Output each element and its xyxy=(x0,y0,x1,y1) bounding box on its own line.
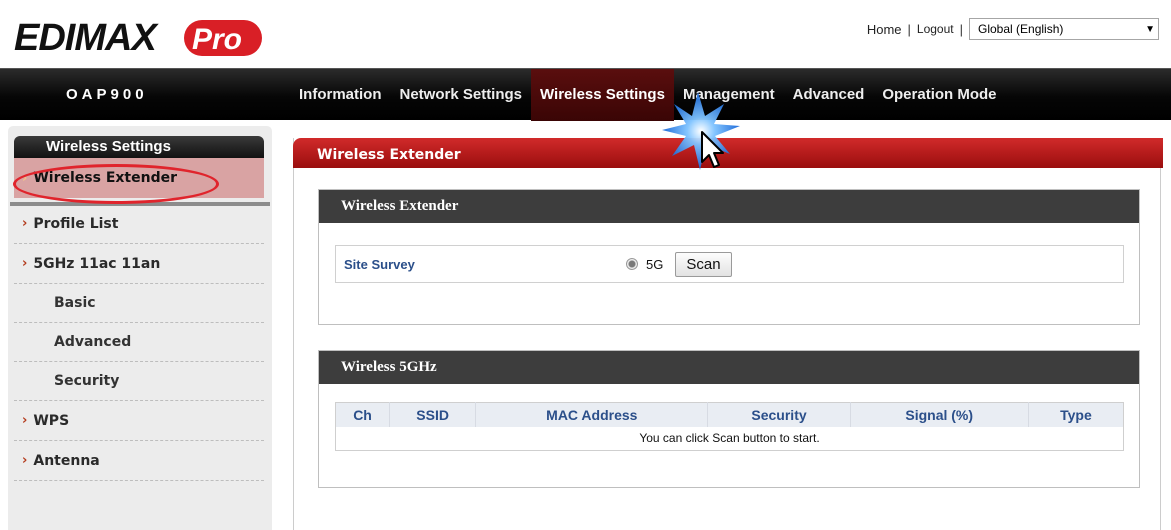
scan-button[interactable]: Scan xyxy=(675,251,732,277)
chevron-right-icon: › xyxy=(22,256,28,271)
menu-management[interactable]: Management xyxy=(674,69,784,121)
wireless-extender-panel: Wireless Extender Site Survey 5G Scan xyxy=(318,189,1140,325)
menu-operation-mode[interactable]: Operation Mode xyxy=(873,69,1005,121)
col-ssid: SSID xyxy=(389,402,477,427)
sidebar-item-label: WPS xyxy=(33,412,70,429)
sidebar-item-label: Antenna xyxy=(33,452,100,469)
col-mac-address: MAC Address xyxy=(475,402,709,427)
sidebar-item-wps[interactable]: › WPS xyxy=(14,401,264,441)
logout-link[interactable]: Logout xyxy=(917,22,954,36)
sidebar-list: › Wireless Extender › Profile List › 5GH… xyxy=(14,158,264,481)
sidebar-item-label: Wireless Extender xyxy=(33,170,178,186)
scan-results-table: Ch SSID MAC Address Security Signal (%) … xyxy=(335,402,1124,451)
sidebar-title: Wireless Settings xyxy=(14,136,264,158)
chevron-right-icon: › xyxy=(22,170,28,186)
col-type: Type xyxy=(1028,402,1124,427)
col-ch: Ch xyxy=(335,402,391,427)
sidebar: Wireless Settings › Wireless Extender › … xyxy=(8,126,272,530)
page-title: Wireless Extender xyxy=(293,138,1163,168)
sidebar-item-wireless-extender[interactable]: › Wireless Extender xyxy=(14,158,264,198)
sidebar-item-label: Profile List xyxy=(33,215,119,232)
sidebar-item-advanced[interactable]: Advanced xyxy=(14,323,264,362)
active-item-shadow xyxy=(10,202,270,206)
sidebar-item-basic[interactable]: Basic xyxy=(14,284,264,323)
sidebar-item-profile-list[interactable]: › Profile List xyxy=(14,204,264,244)
language-select[interactable]: Global (English) ▼ xyxy=(969,18,1159,40)
chevron-right-icon: › xyxy=(22,453,28,468)
chevron-right-icon: › xyxy=(22,216,28,231)
language-selected: Global (English) xyxy=(978,22,1064,36)
table-header-row: Ch SSID MAC Address Security Signal (%) … xyxy=(335,402,1124,427)
panel-title: Wireless Extender xyxy=(319,190,1139,223)
band-5g-label: 5G xyxy=(646,256,664,272)
edimax-pro-logo: EDIMAX Pro xyxy=(14,17,262,58)
menu-wireless-settings[interactable]: Wireless Settings xyxy=(531,69,674,121)
top-links: Home | Logout | Global (English) ▼ xyxy=(867,18,1159,40)
sidebar-item-antenna[interactable]: › Antenna xyxy=(14,441,264,481)
device-model: OAP900 xyxy=(66,86,148,103)
panel-title: Wireless 5GHz xyxy=(319,351,1139,384)
menu-information[interactable]: Information xyxy=(292,69,391,121)
table-row: You can click Scan button to start. xyxy=(336,427,1124,451)
menu-advanced[interactable]: Advanced xyxy=(784,69,874,121)
col-signal: Signal (%) xyxy=(850,402,1029,427)
empty-message: You can click Scan button to start. xyxy=(639,431,820,446)
col-security: Security xyxy=(707,402,851,427)
svg-text:Pro: Pro xyxy=(192,23,242,56)
chevron-down-icon: ▼ xyxy=(1145,23,1155,35)
site-survey-row: Site Survey 5G Scan xyxy=(335,245,1124,283)
band-5g-radio[interactable] xyxy=(626,258,638,270)
main-nav-bar: OAP900 Information Network Settings Wire… xyxy=(0,68,1171,121)
sidebar-item-5ghz[interactable]: › 5GHz 11ac 11an xyxy=(14,244,264,284)
sidebar-item-label: 5GHz 11ac 11an xyxy=(33,255,161,272)
site-survey-label: Site Survey xyxy=(344,256,415,272)
wireless-5ghz-panel: Wireless 5GHz Ch SSID MAC Address Securi… xyxy=(318,350,1140,488)
main-menu: Information Network Settings Wireless Se… xyxy=(292,69,1006,121)
svg-text:EDIMAX: EDIMAX xyxy=(14,17,159,58)
menu-network-settings[interactable]: Network Settings xyxy=(391,69,532,121)
sidebar-item-security[interactable]: Security xyxy=(14,362,264,401)
home-link[interactable]: Home xyxy=(867,22,902,37)
chevron-right-icon: › xyxy=(22,413,28,428)
